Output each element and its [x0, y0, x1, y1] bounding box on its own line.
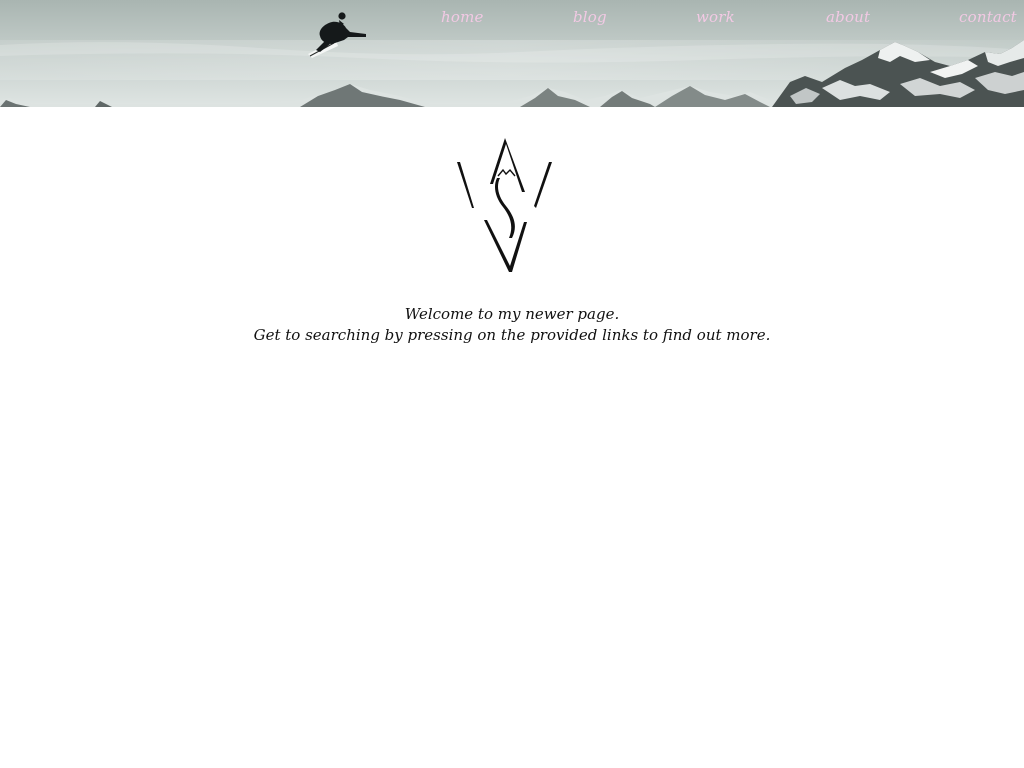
welcome-line-2: Get to searching by pressing on the prov… — [253, 326, 771, 344]
nav-link-work[interactable]: work — [696, 8, 735, 26]
nav-link-contact[interactable]: contact — [959, 8, 1017, 26]
nav-link-home[interactable]: home — [441, 8, 484, 26]
welcome-line-1: Welcome to my newer page. — [404, 305, 620, 323]
page: home blog work about contact Welcome to … — [0, 0, 1024, 768]
main-nav: home blog work about contact — [0, 8, 1024, 32]
nav-link-about[interactable]: about — [826, 8, 870, 26]
header-banner: home blog work about contact — [0, 0, 1024, 107]
welcome-message: Welcome to my newer page. Get to searchi… — [0, 304, 1024, 346]
vs-logo-icon — [452, 134, 556, 276]
nav-link-blog[interactable]: blog — [573, 8, 607, 26]
